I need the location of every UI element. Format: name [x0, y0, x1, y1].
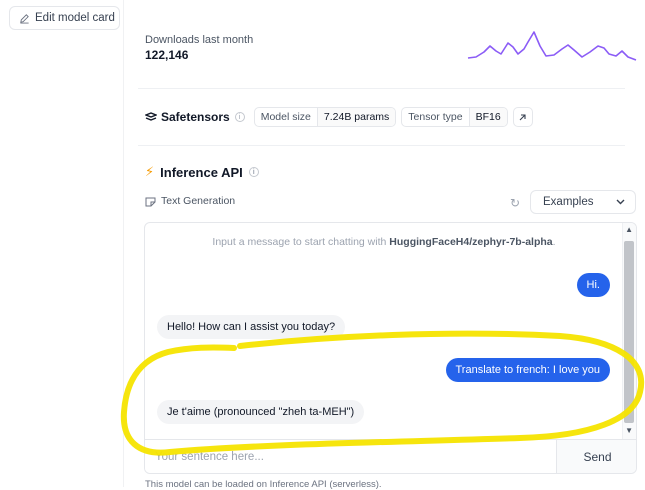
chat-message-assistant: Je t'aime (pronounced "zheh ta-MEH") — [157, 400, 365, 424]
send-button[interactable]: Send — [556, 440, 636, 473]
external-link-icon[interactable] — [512, 107, 533, 127]
safetensors-title[interactable]: Safetensors — [145, 110, 230, 124]
tensor-type-value: BF16 — [469, 108, 507, 126]
serverless-note: This model can be loaded on Inference AP… — [145, 479, 382, 490]
downloads-label: Downloads last month — [145, 34, 254, 46]
model-size-value: 7.24B params — [317, 108, 396, 126]
edit-model-card-label: Edit model card — [35, 12, 115, 24]
safetensors-label: Safetensors — [161, 110, 230, 124]
lightning-icon: ⚡ — [145, 164, 155, 179]
chat-hint-suffix: . — [552, 236, 556, 248]
tensor-type-key: Tensor type — [402, 108, 470, 126]
text-generation-icon — [145, 197, 156, 206]
downloads-sparkline — [467, 31, 637, 61]
examples-label: Examples — [543, 196, 594, 208]
chat-input-row: Send — [145, 439, 636, 473]
chat-widget: Input a message to start chatting with H… — [144, 222, 637, 474]
scroll-down-icon[interactable]: ▼ — [625, 426, 633, 435]
section-divider — [138, 145, 625, 146]
chat-message-user: Hi. — [576, 273, 610, 297]
chat-hint-prefix: Input a message to start chatting with — [212, 236, 390, 248]
sidebar-divider — [123, 0, 124, 487]
message-input[interactable] — [145, 440, 556, 473]
info-icon[interactable]: i — [234, 112, 245, 122]
tensor-type-chip: Tensor type BF16 — [401, 107, 508, 127]
pencil-icon — [20, 13, 29, 24]
task-name: Text Generation — [161, 195, 236, 207]
inference-api-title: ⚡ Inference API i — [145, 164, 263, 180]
chat-message-user: Translate to french: I love you — [445, 358, 610, 382]
edit-model-card-button[interactable]: Edit model card — [9, 6, 120, 30]
safetensors-icon — [145, 112, 157, 121]
scrollbar-thumb[interactable] — [624, 241, 634, 423]
refresh-icon[interactable]: ↻ — [510, 196, 520, 210]
info-icon[interactable]: i — [248, 167, 259, 177]
model-id-link[interactable]: HuggingFaceH4/zephyr-7b-alpha — [389, 236, 552, 248]
downloads-value: 122,146 — [145, 48, 189, 62]
chat-scrollbar[interactable]: ▲ ▼ — [622, 223, 636, 439]
task-label: Text Generation — [145, 195, 235, 207]
model-size-key: Model size — [255, 108, 318, 126]
inference-api-label: Inference API — [160, 164, 243, 180]
chat-hint: Input a message to start chatting with H… — [145, 236, 623, 248]
section-divider — [138, 88, 625, 89]
scroll-up-icon[interactable]: ▲ — [625, 225, 633, 234]
model-size-chip: Model size 7.24B params — [253, 107, 397, 127]
chevron-down-icon — [616, 199, 625, 205]
chat-message-assistant: Hello! How can I assist you today? — [157, 315, 346, 339]
examples-dropdown[interactable]: Examples — [530, 190, 636, 214]
safetensors-row: Safetensors i Model size 7.24B params Te… — [145, 106, 533, 128]
